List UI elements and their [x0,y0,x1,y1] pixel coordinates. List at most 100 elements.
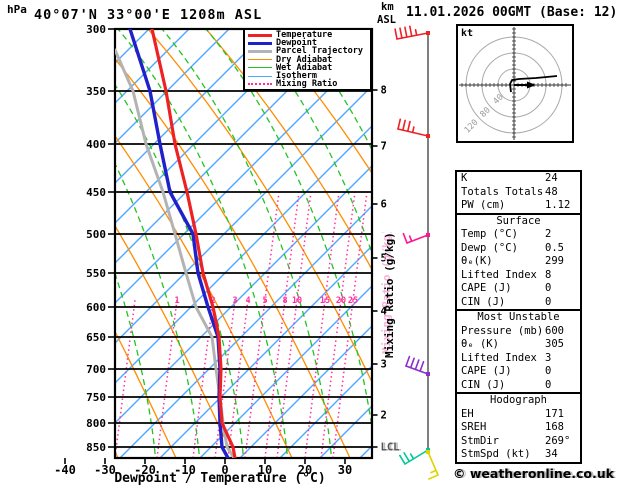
panel-row-value: 171 [545,407,564,420]
panel-row: Lifted Index 8 [457,269,580,283]
legend-line-sample [248,49,272,53]
station-title: 40°07'N 33°00'E 1208m ASL [34,7,263,23]
x-axis-label: Dewpoint / Temperature (°C) [114,471,326,486]
pressure-axis: 300 350 400 450 500 550 600 650 700 750 800 850 [86,23,115,454]
panel-row: SREH 168 [457,421,580,435]
mixing-ratio-label: 10 [292,296,302,306]
panel-row: CAPE (J) 0 [457,282,580,296]
wind-barb-feather [409,357,415,369]
panel-row-value: 2 [545,228,552,240]
wind-barb-half-feather [430,469,437,474]
wind-barb-half-feather [414,28,418,36]
wind-barb-pivot [426,134,430,138]
legend-item-mixing-ratio: Mixing Ratio [248,80,370,88]
mixing-ratio-label: 20 [336,296,346,306]
pressure-tick-label: 600 [86,301,106,314]
mixing-ratio-line [75,300,95,458]
pressure-tick-label: 550 [86,267,106,280]
mixing-ratio-line [115,299,136,458]
panel-row: K 24 [457,172,580,186]
panel-row: θₑ (K) 305 [457,338,580,352]
panel-section: Surface Temp (°C) 2 Dewp (°C) 0.5 θₑ(K) 299 Lif… [457,212,580,310]
wind-barb-half-feather [409,453,415,460]
panel-row-label: Lifted Index [461,351,537,364]
panel-row-value: 3 [545,351,552,364]
isotherm-line [115,85,372,344]
panel-row-label: θₑ (K) [461,338,499,350]
pressure-tick-label: 300 [86,23,106,36]
wind-barb-pivot [426,450,430,454]
wind-barb-pivot [426,372,430,376]
mixing-ratio-line [304,299,326,458]
wind-barb-feather [419,360,425,372]
altitude-axis-unit-asl: ASL [377,14,396,26]
wet-adiabat-line [161,29,333,458]
wind-barbs-column [394,25,439,480]
legend-line-sample [248,33,272,37]
pressure-tick-label: 700 [86,363,106,376]
panel-row-label: CAPE (J) [461,365,512,377]
panel-row-label: K [461,172,468,184]
panel-row-label: StmSpd (kt) [461,448,531,460]
panel-row: EH 171 [457,408,580,422]
mixing-ratio-line [156,299,178,458]
mixing-ratio-label: 15 [320,296,330,306]
panel-row-value: 1.12 [545,199,571,211]
panel-row-label: SREH [461,421,487,433]
legend-item-label: Mixing Ratio [276,79,338,90]
panel-row-value: 24 [545,172,558,184]
panel-section-title: Most Unstable [477,311,560,323]
panel-row: PW (cm) 1.12 [457,199,580,213]
wind-barb-pivot [426,233,430,237]
wind-barb-feather [428,474,439,480]
wet-adiabat-line [0,29,68,464]
pressure-tick-label: 650 [86,331,106,344]
pressure-axis-unit: hPa [7,3,27,16]
panel-row-value: 34 [545,448,558,460]
panel-row: CIN (J) 0 [457,379,580,393]
pressure-tick-label: 500 [86,228,106,241]
wind-barb-feather [402,232,408,244]
km-tick-label: 2 [381,410,387,422]
mixing-ratio-line [264,299,286,458]
mixing-ratio-label: 8 [282,296,287,306]
panel-row-value: 0 [545,378,552,391]
wind-barb-feather [409,25,413,37]
wind-barb-pivot [426,31,430,35]
panel-row-value: 269° [545,434,571,447]
pressure-tick-label: 350 [86,85,106,98]
wind-barb-shaft [404,449,429,465]
mixing-ratio-label: 5 [262,296,267,306]
legend-line-sample [248,59,272,61]
isotherm-line [115,165,372,424]
wind-barb-feather [414,359,420,371]
legend-line-sample [248,75,272,77]
panel-row-label: Pressure (mb) [461,324,544,337]
panel-row-value: 0 [545,295,552,308]
wet-adiabat-line [0,29,24,464]
panel-row-label: Dewp (°C) [461,241,518,254]
mixing-ratio-label: 4 [245,296,250,306]
panel-section: K 24 Totals Totals 48 PW (cm) 1.12 [457,172,580,213]
panel-row-value: 48 [545,185,558,198]
pressure-tick-label: 400 [86,138,106,151]
panel-row: StmSpd (kt) 34 [457,448,580,462]
sounding-screenshot: 1 2 3 4 5 8 10 15 20 25 300 350 400 450 500 550 600 650 70… [0,0,629,486]
panel-row-value: 0 [545,282,552,294]
mixing-ratio-label: 3 [232,296,237,306]
wind-barb-half-feather [408,235,413,243]
wind-barb [394,25,430,40]
panel-row: Totals Totals 48 [457,186,580,200]
panel-row: StmDir 269° [457,435,580,449]
wind-barb-feather [394,28,398,40]
panel-row-value: 600 [545,324,564,337]
panel-row-label: PW (cm) [461,199,506,211]
panel-row: Pressure (mb) 600 [457,325,580,339]
km-tick-label: 8 [381,85,387,97]
mixing-ratio-line [320,299,342,458]
panel-row-value: 305 [545,338,564,350]
wind-barb-feather [399,454,406,465]
isotherm-line [115,29,310,224]
legend-line-sample [248,67,272,69]
mixing-ratio-label: 1 [174,296,179,306]
